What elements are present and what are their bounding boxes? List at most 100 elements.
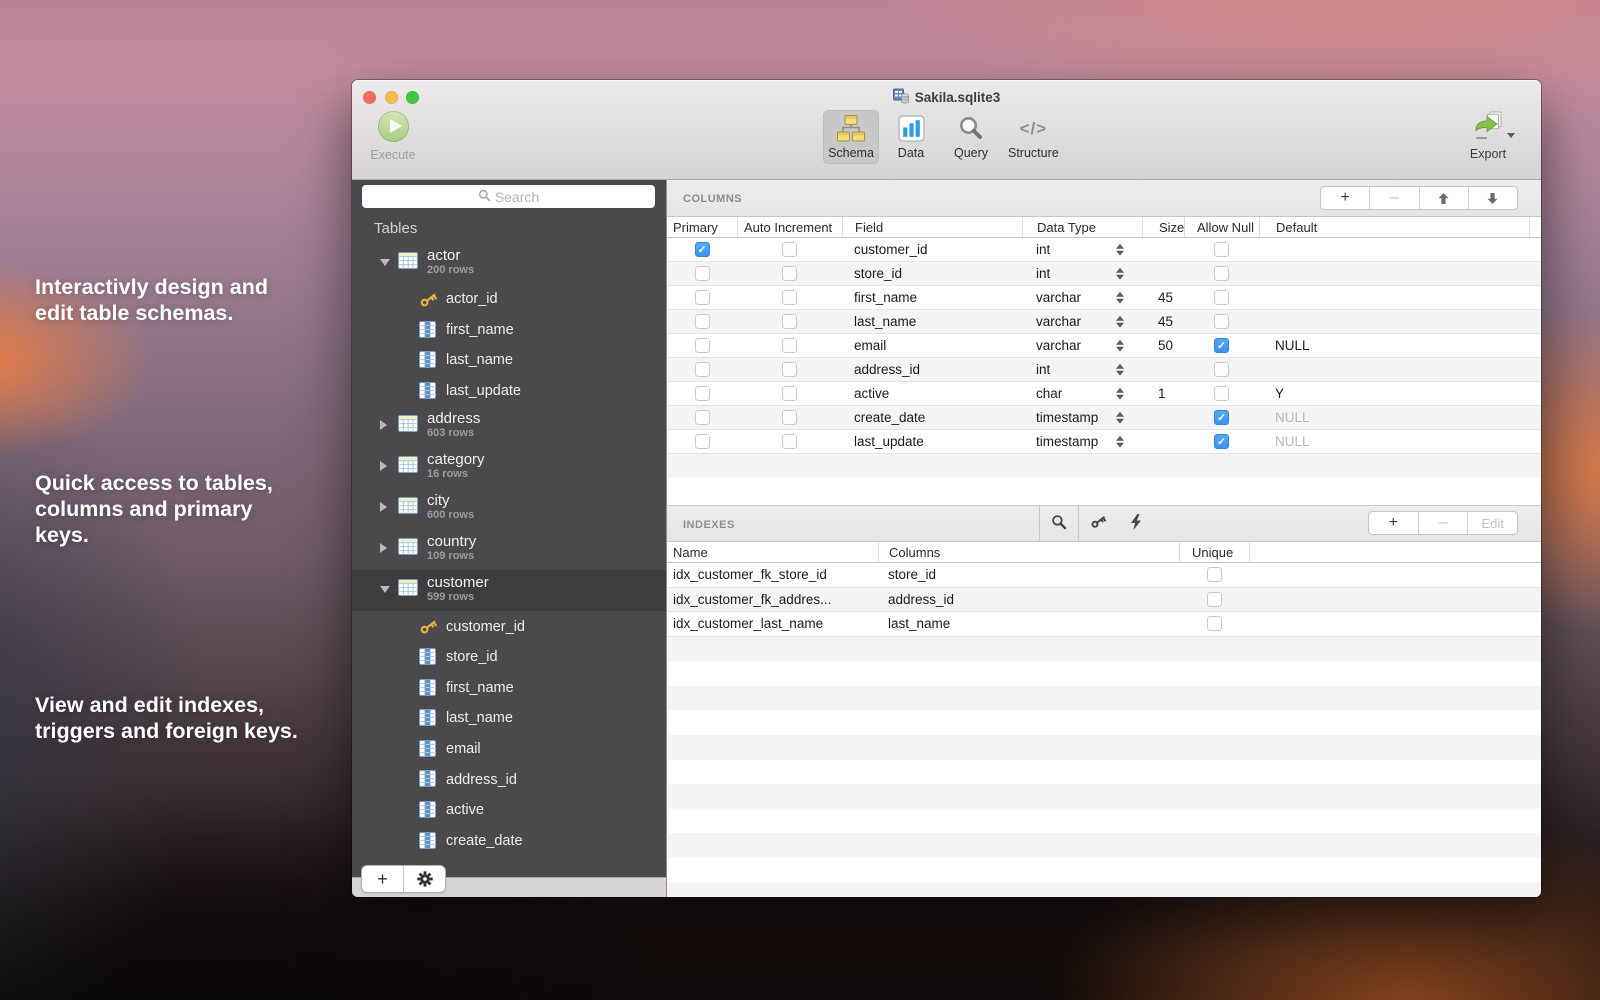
allow-null-checkbox[interactable] xyxy=(1214,386,1229,401)
auto-increment-checkbox[interactable] xyxy=(782,314,797,329)
allow-null-checkbox[interactable] xyxy=(1214,434,1229,449)
column-row[interactable]: address_idint xyxy=(667,358,1541,382)
toolbar-tab-structure[interactable]: </>Structure xyxy=(1003,110,1064,164)
primary-checkbox[interactable] xyxy=(695,314,710,329)
data-type-cell[interactable]: varchar xyxy=(1022,310,1142,333)
stepper-icon[interactable] xyxy=(1116,243,1124,256)
header-allow-null[interactable]: Allow Null xyxy=(1184,217,1259,237)
primary-checkbox[interactable] xyxy=(695,362,710,377)
index-row[interactable]: idx_customer_fk_addres...address_id xyxy=(667,588,1541,613)
data-type-cell[interactable]: varchar xyxy=(1022,286,1142,309)
move-column-up-button[interactable] xyxy=(1419,187,1468,209)
auto-increment-checkbox[interactable] xyxy=(782,242,797,257)
move-column-down-button[interactable] xyxy=(1468,187,1517,209)
stepper-icon[interactable] xyxy=(1116,315,1124,328)
auto-increment-checkbox[interactable] xyxy=(782,362,797,377)
gear-button[interactable] xyxy=(403,866,445,892)
header-data-type[interactable]: Data Type xyxy=(1022,217,1142,237)
data-type-cell[interactable]: int xyxy=(1022,358,1142,381)
stepper-icon[interactable] xyxy=(1116,387,1124,400)
index-row[interactable]: idx_customer_fk_store_idstore_id xyxy=(667,563,1541,588)
disclosure-triangle-icon[interactable] xyxy=(380,461,387,471)
sidebar-column-item-last_update[interactable]: last_update xyxy=(352,376,666,407)
stepper-icon[interactable] xyxy=(1116,363,1124,376)
primary-checkbox[interactable] xyxy=(695,338,710,353)
sidebar-column-item-email[interactable]: email xyxy=(352,734,666,765)
sidebar-table-item-city[interactable]: city600 rows xyxy=(352,488,666,529)
auto-increment-checkbox[interactable] xyxy=(782,434,797,449)
export-button[interactable]: Export xyxy=(1457,111,1519,161)
primary-checkbox[interactable] xyxy=(695,434,710,449)
sidebar-column-item-address_id[interactable]: address_id xyxy=(352,764,666,795)
sidebar-column-item-actor_id[interactable]: actor_id xyxy=(352,284,666,315)
column-row[interactable]: customer_idint xyxy=(667,238,1541,262)
sidebar-column-item-first_name[interactable]: first_name xyxy=(352,673,666,704)
header-auto-increment[interactable]: Auto Increment xyxy=(737,217,842,237)
sidebar-column-item-last_name[interactable]: last_name xyxy=(352,345,666,376)
allow-null-checkbox[interactable] xyxy=(1214,290,1229,305)
sidebar-column-item-create_date[interactable]: create_date xyxy=(352,826,666,857)
stepper-icon[interactable] xyxy=(1116,411,1124,424)
header-index-unique[interactable]: Unique xyxy=(1179,542,1249,562)
remove-column-button[interactable]: – xyxy=(1369,187,1418,209)
indexes-search-button[interactable] xyxy=(1039,506,1078,542)
header-index-name[interactable]: Name xyxy=(667,542,878,562)
column-row[interactable]: create_datetimestampNULL xyxy=(667,406,1541,430)
column-row[interactable]: last_namevarchar45 xyxy=(667,310,1541,334)
sidebar-column-item-store_id[interactable]: store_id xyxy=(352,642,666,673)
add-table-button[interactable]: + xyxy=(362,866,403,892)
primary-checkbox[interactable] xyxy=(695,386,710,401)
allow-null-checkbox[interactable] xyxy=(1214,362,1229,377)
column-row[interactable]: first_namevarchar45 xyxy=(667,286,1541,310)
auto-increment-checkbox[interactable] xyxy=(782,338,797,353)
edit-index-button[interactable]: Edit xyxy=(1467,512,1517,534)
disclosure-triangle-icon[interactable] xyxy=(380,259,390,266)
allow-null-checkbox[interactable] xyxy=(1214,242,1229,257)
allow-null-checkbox[interactable] xyxy=(1214,410,1229,425)
unique-checkbox[interactable] xyxy=(1207,567,1222,582)
allow-null-checkbox[interactable] xyxy=(1214,338,1229,353)
sidebar-table-item-actor[interactable]: actor200 rows xyxy=(352,243,666,284)
data-type-cell[interactable]: timestamp xyxy=(1022,430,1142,453)
column-row[interactable]: activechar1Y xyxy=(667,382,1541,406)
sidebar-table-item-address[interactable]: address603 rows xyxy=(352,406,666,447)
disclosure-triangle-icon[interactable] xyxy=(380,502,387,512)
stepper-icon[interactable] xyxy=(1116,339,1124,352)
data-type-cell[interactable]: int xyxy=(1022,262,1142,285)
unique-checkbox[interactable] xyxy=(1207,616,1222,631)
header-index-columns[interactable]: Columns xyxy=(878,542,1179,562)
allow-null-checkbox[interactable] xyxy=(1214,266,1229,281)
data-type-cell[interactable]: int xyxy=(1022,238,1142,261)
toolbar-tab-schema[interactable]: Schema xyxy=(823,110,879,164)
sidebar-table-item-customer[interactable]: customer599 rows xyxy=(352,570,666,611)
stepper-icon[interactable] xyxy=(1116,435,1124,448)
primary-checkbox[interactable] xyxy=(695,410,710,425)
remove-index-button[interactable]: – xyxy=(1418,512,1468,534)
primary-checkbox[interactable] xyxy=(695,242,710,257)
triggers-button[interactable] xyxy=(1117,506,1155,542)
sidebar-table-item-country[interactable]: country109 rows xyxy=(352,529,666,570)
auto-increment-checkbox[interactable] xyxy=(782,410,797,425)
header-primary[interactable]: Primary xyxy=(667,217,737,237)
disclosure-triangle-icon[interactable] xyxy=(380,420,387,430)
data-type-cell[interactable]: timestamp xyxy=(1022,406,1142,429)
add-index-button[interactable]: + xyxy=(1369,512,1418,534)
unique-checkbox[interactable] xyxy=(1207,592,1222,607)
header-size[interactable]: Size xyxy=(1142,217,1184,237)
foreign-keys-button[interactable] xyxy=(1078,506,1117,542)
header-default[interactable]: Default xyxy=(1259,217,1541,237)
auto-increment-checkbox[interactable] xyxy=(782,290,797,305)
stepper-icon[interactable] xyxy=(1116,291,1124,304)
auto-increment-checkbox[interactable] xyxy=(782,266,797,281)
search-input[interactable]: Search xyxy=(362,185,655,208)
data-type-cell[interactable]: char xyxy=(1022,382,1142,405)
auto-increment-checkbox[interactable] xyxy=(782,386,797,401)
sidebar-column-item-last_name[interactable]: last_name xyxy=(352,703,666,734)
data-type-cell[interactable]: varchar xyxy=(1022,334,1142,357)
index-row[interactable]: idx_customer_last_namelast_name xyxy=(667,612,1541,637)
toolbar-tab-data[interactable]: Data xyxy=(883,110,939,164)
sidebar-column-item-first_name[interactable]: first_name xyxy=(352,315,666,346)
column-row[interactable]: last_updatetimestampNULL xyxy=(667,430,1541,454)
column-row[interactable]: emailvarchar50NULL xyxy=(667,334,1541,358)
sidebar-column-item-customer_id[interactable]: customer_id xyxy=(352,611,666,642)
